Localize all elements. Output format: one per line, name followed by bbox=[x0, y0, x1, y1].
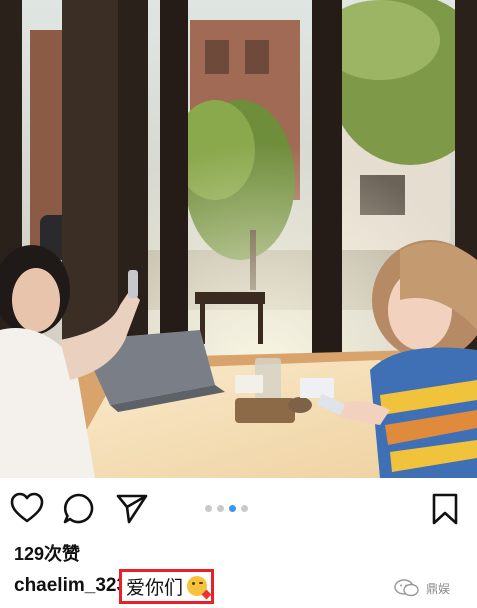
carousel-dot bbox=[217, 505, 224, 512]
caption-text: 爱你们 bbox=[126, 577, 184, 599]
wechat-icon bbox=[394, 579, 419, 597]
heart-icon[interactable] bbox=[10, 492, 44, 529]
caption-highlight-box: 爱你们 bbox=[119, 568, 215, 604]
send-icon[interactable] bbox=[115, 492, 149, 529]
username[interactable]: chaelim_323 bbox=[14, 575, 127, 597]
kissing-face-heart-emoji-icon bbox=[187, 576, 212, 600]
carousel-indicator bbox=[205, 505, 248, 512]
carousel-dot bbox=[241, 505, 248, 512]
watermark-text: 鼎娱 bbox=[426, 581, 451, 596]
watermark: 鼎娱 bbox=[394, 578, 450, 598]
cafe-window-photo bbox=[0, 0, 477, 478]
carousel-dot bbox=[205, 505, 212, 512]
post-photo[interactable] bbox=[0, 0, 477, 478]
comment-icon[interactable] bbox=[62, 492, 96, 531]
post-action-bar bbox=[0, 478, 477, 540]
bookmark-icon[interactable] bbox=[430, 492, 460, 531]
post-caption: chaelim_323 爱你们 bbox=[14, 568, 215, 604]
carousel-dot bbox=[229, 505, 236, 512]
like-count[interactable]: 129次赞 bbox=[14, 540, 80, 566]
